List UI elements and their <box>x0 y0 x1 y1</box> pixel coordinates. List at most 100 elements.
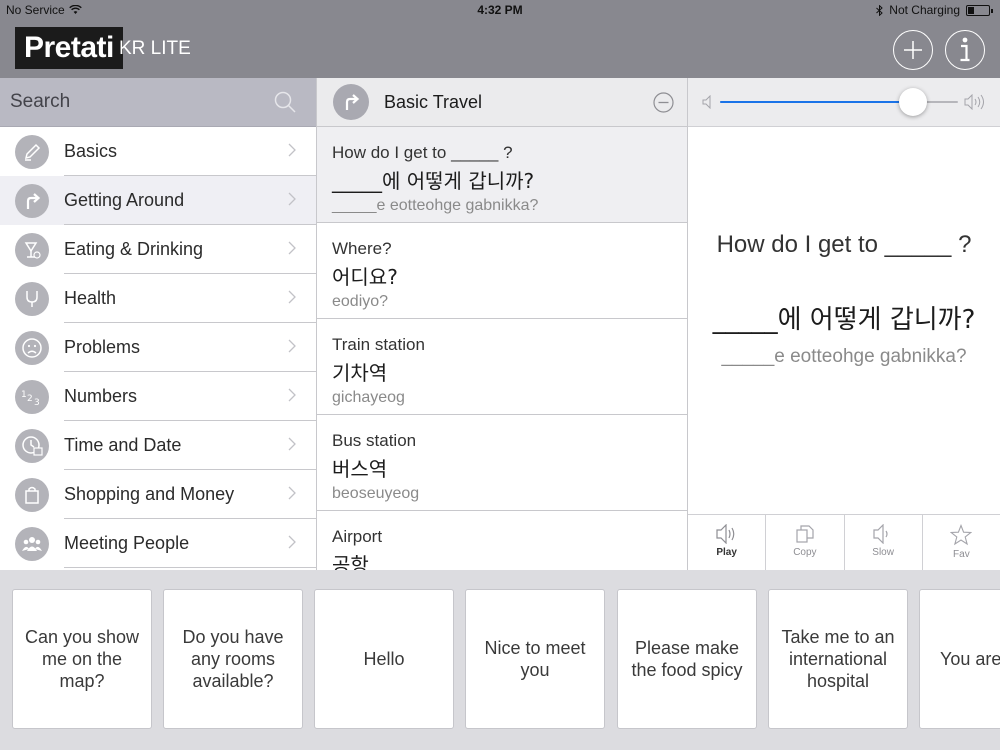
quick-phrase-card[interactable]: You are beaut <box>919 589 1000 729</box>
shopping-bag-icon <box>15 477 49 512</box>
volume-high-icon <box>964 94 984 110</box>
phrase-english: How do I get to _____ ? <box>332 143 513 162</box>
category-sidebar: Basics Getting Around Eating & Drinking … <box>0 78 317 570</box>
category-numbers[interactable]: 123 Numbers <box>0 372 316 421</box>
action-toolbar: Play Copy Slow Fav <box>688 514 1000 570</box>
display-english: How do I get to _____ ? <box>716 231 972 258</box>
category-label: Basics <box>64 141 118 161</box>
volume-slider-fill <box>720 101 913 103</box>
phrase-korean: 버스역 <box>332 457 388 481</box>
category-label: Health <box>64 288 117 308</box>
phrase-romanization: eodiyo? <box>332 293 389 310</box>
status-bar: No Service 4:32 PM Not Charging <box>0 0 1000 20</box>
pencil-icon <box>15 134 49 169</box>
phrase-item[interactable]: Where? 어디요? eodiyo? <box>317 223 687 319</box>
add-button[interactable] <box>893 30 933 70</box>
speaker-slow-icon <box>873 524 888 544</box>
phrase-english: Airport <box>332 527 383 546</box>
category-label: Eating & Drinking <box>64 239 204 259</box>
category-meeting-people[interactable]: Meeting People <box>0 519 316 568</box>
category-basics[interactable]: Basics <box>0 127 316 176</box>
speaker-icon <box>716 524 734 544</box>
phrase-korean: 기차역 <box>332 361 388 385</box>
category-label: Meeting People <box>64 533 190 553</box>
chevron-right-icon <box>288 486 296 500</box>
phrase-item[interactable]: How do I get to _____ ? _____에 어떻게 갑니까? … <box>317 127 687 223</box>
phrase-item[interactable]: Train station 기차역 gichayeog <box>317 319 687 415</box>
clock-calendar-icon <box>15 428 49 463</box>
phrase-english: Where? <box>332 239 392 258</box>
category-shopping-money[interactable]: Shopping and Money <box>0 470 316 519</box>
phrase-english: Train station <box>332 335 425 354</box>
phrase-item[interactable]: Airport 공항 <box>317 511 687 570</box>
phrase-list-panel: Basic Travel How do I get to _____ ? ___… <box>317 78 688 570</box>
phrase-english: Bus station <box>332 431 417 450</box>
phrase-korean: 어디요? <box>332 265 398 289</box>
chevron-right-icon <box>288 388 296 402</box>
quick-phrase-card[interactable]: Please make the food spicy <box>617 589 757 729</box>
cocktail-icon <box>15 232 49 267</box>
copy-button[interactable]: Copy <box>766 515 845 570</box>
play-button[interactable]: Play <box>688 515 767 570</box>
chevron-right-icon <box>288 339 296 353</box>
app-header: No Service 4:32 PM Not Charging Pretati … <box>0 0 1000 78</box>
phrase-display: How do I get to _____ ? _____에 어떻게 갑니까? … <box>688 127 1000 514</box>
fav-label: Fav <box>953 549 970 560</box>
status-time: 4:32 PM <box>477 3 523 17</box>
volume-slider-thumb[interactable] <box>898 88 927 116</box>
chevron-right-icon <box>288 143 296 157</box>
quick-phrase-card[interactable]: Hello <box>314 589 454 729</box>
turn-arrow-icon <box>15 183 49 218</box>
quick-phrase-card[interactable]: Do you have any rooms available? <box>163 589 303 729</box>
search-icon[interactable] <box>274 91 296 113</box>
category-label: Getting Around <box>64 190 185 210</box>
volume-low-icon <box>702 95 711 109</box>
phrase-item[interactable]: Bus station 버스역 beoseuyeog <box>317 415 687 511</box>
category-eating-drinking[interactable]: Eating & Drinking <box>0 225 316 274</box>
phrase-korean: 공항 <box>332 553 369 570</box>
chevron-right-icon <box>288 241 296 255</box>
app-logo: Pretati <box>15 27 123 69</box>
quick-phrase-card[interactable]: Nice to meet you <box>465 589 605 729</box>
search-bar <box>0 78 316 127</box>
favorite-button[interactable]: Fav <box>923 515 1000 570</box>
category-label: Numbers <box>64 386 138 406</box>
category-health[interactable]: Health <box>0 274 316 323</box>
sad-face-icon <box>15 330 49 365</box>
quick-phrase-card[interactable]: Take me to an international hospital <box>768 589 908 729</box>
phrase-list-title: Basic Travel <box>384 91 483 112</box>
quick-phrase-tray: Can you show me on the map? Do you have … <box>0 570 1000 750</box>
category-label: Problems <box>64 337 141 357</box>
volume-slider[interactable] <box>720 88 958 116</box>
phrase-romanization: gichayeog <box>332 389 405 406</box>
info-icon <box>960 37 970 62</box>
bluetooth-icon <box>876 4 884 16</box>
row-divider <box>64 567 316 568</box>
battery-icon <box>966 4 993 16</box>
category-problems[interactable]: Problems <box>0 323 316 372</box>
chevron-right-icon <box>288 192 296 206</box>
phrase-detail-panel: How do I get to _____ ? _____에 어떻게 갑니까? … <box>688 78 1000 570</box>
svg-text:3: 3 <box>34 398 40 407</box>
collapse-minus-icon[interactable] <box>653 92 674 113</box>
slow-label: Slow <box>872 547 894 558</box>
svg-text:2: 2 <box>27 394 33 404</box>
phrase-romanization: _____e eotteohge gabnikka? <box>332 197 539 214</box>
turn-arrow-icon <box>333 84 369 120</box>
category-getting-around[interactable]: Getting Around <box>0 176 316 225</box>
charging-status: Not Charging <box>889 3 960 17</box>
battery-level <box>968 6 974 14</box>
display-romanization: _____e eotteohge gabnikka? <box>721 346 967 367</box>
numbers-icon: 123 <box>15 379 49 414</box>
play-label: Play <box>716 547 737 558</box>
info-button[interactable] <box>945 30 985 70</box>
display-korean: _____에 어떻게 갑니까? <box>712 305 976 335</box>
category-time-date[interactable]: Time and Date <box>0 421 316 470</box>
category-label: Time and Date <box>64 435 182 455</box>
chevron-right-icon <box>288 290 296 304</box>
people-icon <box>15 526 49 561</box>
slow-button[interactable]: Slow <box>845 515 923 570</box>
category-label: Shopping and Money <box>64 484 235 504</box>
search-input[interactable] <box>0 78 316 126</box>
quick-phrase-card[interactable]: Can you show me on the map? <box>12 589 152 729</box>
